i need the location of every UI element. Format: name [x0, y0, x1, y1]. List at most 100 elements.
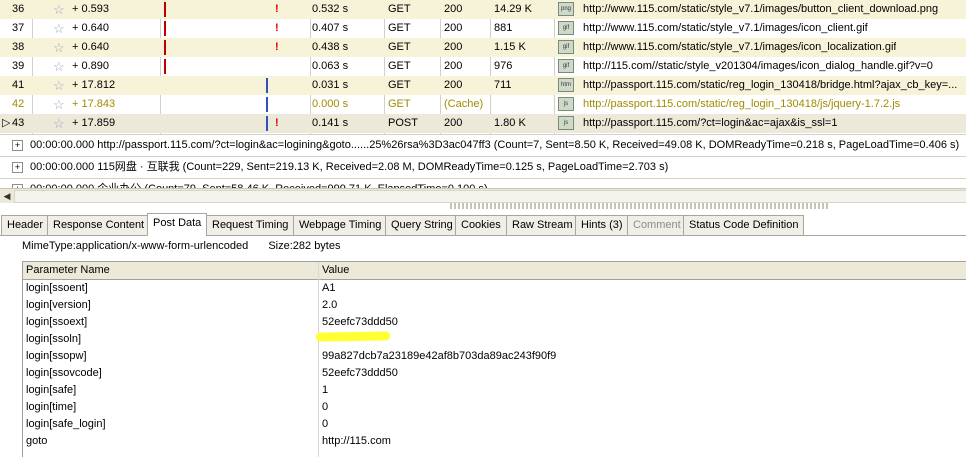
tab-webpage-timing[interactable]: Webpage Timing	[293, 215, 388, 235]
request-row[interactable]: 42 + 17.843 0.000 s GET (Cache) http://passpo…	[0, 95, 966, 114]
parameter-row[interactable]: login[ssoln]	[23, 331, 966, 348]
request-status: 200	[444, 22, 463, 34]
request-time: 0.000 s	[312, 98, 349, 110]
pane-splitter[interactable]	[450, 203, 830, 209]
parameter-name: login[time]	[26, 401, 77, 413]
request-row[interactable]: 41 + 17.812 0.031 s GET 200 711 http://passpor…	[0, 76, 966, 95]
parameter-table[interactable]: Parameter Name Value login[ssoent] A1 logi…	[22, 261, 966, 457]
session-row[interactable]: + 00:00:00.000 115网盘 · 互联我 (Count=229, S…	[0, 156, 966, 177]
parameter-row[interactable]: login[ssoext] 52eefc73ddd50	[23, 314, 966, 331]
request-time: 0.407 s	[312, 22, 349, 34]
request-number: 36	[12, 3, 25, 15]
expand-icon[interactable]: +	[12, 162, 23, 173]
parameter-name: login[ssopw]	[26, 350, 87, 362]
expand-icon[interactable]: +	[12, 140, 23, 151]
request-row[interactable]: 39 + 0.890 0.063 s GET 200 976 http://115.com/…	[0, 57, 966, 76]
request-method: GET	[388, 79, 411, 91]
tab-post-data[interactable]: Post Data	[147, 213, 208, 236]
request-url: http://www.115.com/static/style_v7.1/ima…	[583, 3, 939, 15]
parameter-row[interactable]: login[version] 2.0	[23, 297, 966, 314]
js-file-icon: js	[558, 95, 574, 114]
request-size: 711	[494, 79, 512, 91]
request-size: 14.29 K	[494, 3, 532, 15]
tab-status-code-definition[interactable]: Status Code Definition	[683, 215, 805, 235]
star-icon[interactable]: ☆	[53, 114, 65, 133]
request-offset: + 17.812	[72, 79, 116, 91]
tab-response-content[interactable]: Response Content	[47, 215, 151, 235]
request-number: 38	[12, 41, 25, 53]
parameter-value: 52eefc73ddd50	[322, 367, 398, 379]
parameter-name: login[ssoln]	[26, 333, 82, 345]
request-row[interactable]: 38 + 0.640 0.438 s GET 200 1.15 K http://www.1…	[0, 38, 966, 57]
parameter-name: login[version]	[26, 299, 91, 311]
request-method: GET	[388, 60, 411, 72]
parameter-value: 0	[322, 418, 329, 430]
star-icon[interactable]: ☆	[53, 38, 65, 57]
parameter-row[interactable]: login[ssovcode] 52eefc73ddd50	[23, 365, 966, 382]
tab-hints-3[interactable]: Hints (3)	[575, 215, 629, 235]
parameter-name: goto	[26, 435, 48, 447]
tab-raw-stream[interactable]: Raw Stream	[506, 215, 579, 235]
parameter-name: login[ssovcode]	[26, 367, 102, 379]
session-label: 00:00:00.000 115网盘 · 互联我 (Count=229, Sen…	[30, 161, 669, 173]
request-list[interactable]: 36 + 0.593 0.532 s GET 200 14.29 K http://www.…	[0, 0, 966, 134]
scroll-left-icon[interactable]: ◀	[1, 190, 13, 202]
request-method: GET	[388, 3, 411, 15]
gif-file-icon: gif	[558, 57, 574, 76]
request-offset: + 0.640	[72, 41, 110, 53]
request-row[interactable]: 37 + 0.640 0.407 s GET 200 881 http://www.115.…	[0, 19, 966, 38]
request-row[interactable]: 36 + 0.593 0.532 s GET 200 14.29 K http://www.…	[0, 0, 966, 19]
parameter-value: 52eefc73ddd50	[322, 316, 398, 328]
star-icon[interactable]: ☆	[53, 76, 65, 95]
request-number: 41	[12, 79, 25, 91]
star-icon[interactable]: ☆	[53, 95, 65, 114]
request-offset: + 17.859	[72, 117, 116, 129]
request-number: 42	[12, 98, 25, 110]
parameter-value: A1	[322, 282, 336, 294]
request-offset: + 0.640	[72, 22, 110, 34]
alert-icon: !	[275, 22, 279, 34]
request-status: 200	[444, 3, 463, 15]
request-status: 200	[444, 41, 463, 53]
request-size: 1.80 K	[494, 117, 526, 129]
tab-query-string[interactable]: Query String	[385, 215, 459, 235]
tab-comment: Comment	[627, 215, 687, 235]
column-header-name[interactable]: Parameter Name	[23, 262, 110, 279]
star-icon[interactable]: ☆	[53, 57, 65, 76]
parameter-name: login[safe]	[26, 384, 77, 396]
star-icon[interactable]: ☆	[53, 19, 65, 38]
timeline-bar	[266, 116, 268, 131]
request-url: http://115.com//static/style_v201304/ima…	[583, 60, 933, 72]
request-size: 881	[494, 22, 513, 34]
alert-icon: !	[275, 3, 279, 15]
request-time: 0.438 s	[312, 41, 349, 53]
request-size: 1.15 K	[494, 41, 526, 53]
request-url: http://passport.115.com/?ct=login&ac=aja…	[583, 117, 838, 129]
parameter-row[interactable]: login[safe_login] 0	[23, 416, 966, 433]
request-offset: + 0.593	[72, 3, 110, 15]
request-url: http://passport.115.com/static/reg_login…	[583, 79, 958, 91]
png-file-icon: png	[558, 0, 574, 19]
post-data-info: MimeType:application/x-www-form-urlencod…	[22, 239, 340, 253]
parameter-row[interactable]: login[ssopw] 99a827dcb7a23189e42af8b703da…	[23, 348, 966, 365]
timeline-bar	[266, 78, 268, 93]
request-number: 43	[12, 117, 25, 129]
request-offset: + 0.890	[72, 60, 110, 72]
timeline-bar	[164, 59, 166, 74]
scrollbar-thumb[interactable]	[14, 190, 966, 203]
horizontal-scrollbar[interactable]: ◀	[0, 188, 966, 203]
session-row[interactable]: + 00:00:00.000 http://passport.115.com/?…	[0, 134, 966, 155]
tab-cookies[interactable]: Cookies	[455, 215, 507, 235]
tab-header[interactable]: Header	[1, 215, 50, 235]
tab-request-timing[interactable]: Request Timing	[206, 215, 295, 235]
star-icon[interactable]: ☆	[53, 0, 65, 19]
request-status: (Cache)	[444, 98, 484, 110]
column-header-value[interactable]: Value	[319, 262, 349, 279]
parameter-row[interactable]: login[time] 0	[23, 399, 966, 416]
parameter-row[interactable]: login[ssoent] A1	[23, 280, 966, 297]
parameter-row[interactable]: goto http://115.com	[23, 433, 966, 450]
request-row[interactable]: 43 + 17.859 0.141 s POST 200 1.80 K http://pas…	[0, 114, 966, 133]
parameter-name: login[safe_login]	[26, 418, 106, 430]
parameter-row[interactable]: login[safe] 1	[23, 382, 966, 399]
timeline-bar	[164, 40, 166, 55]
